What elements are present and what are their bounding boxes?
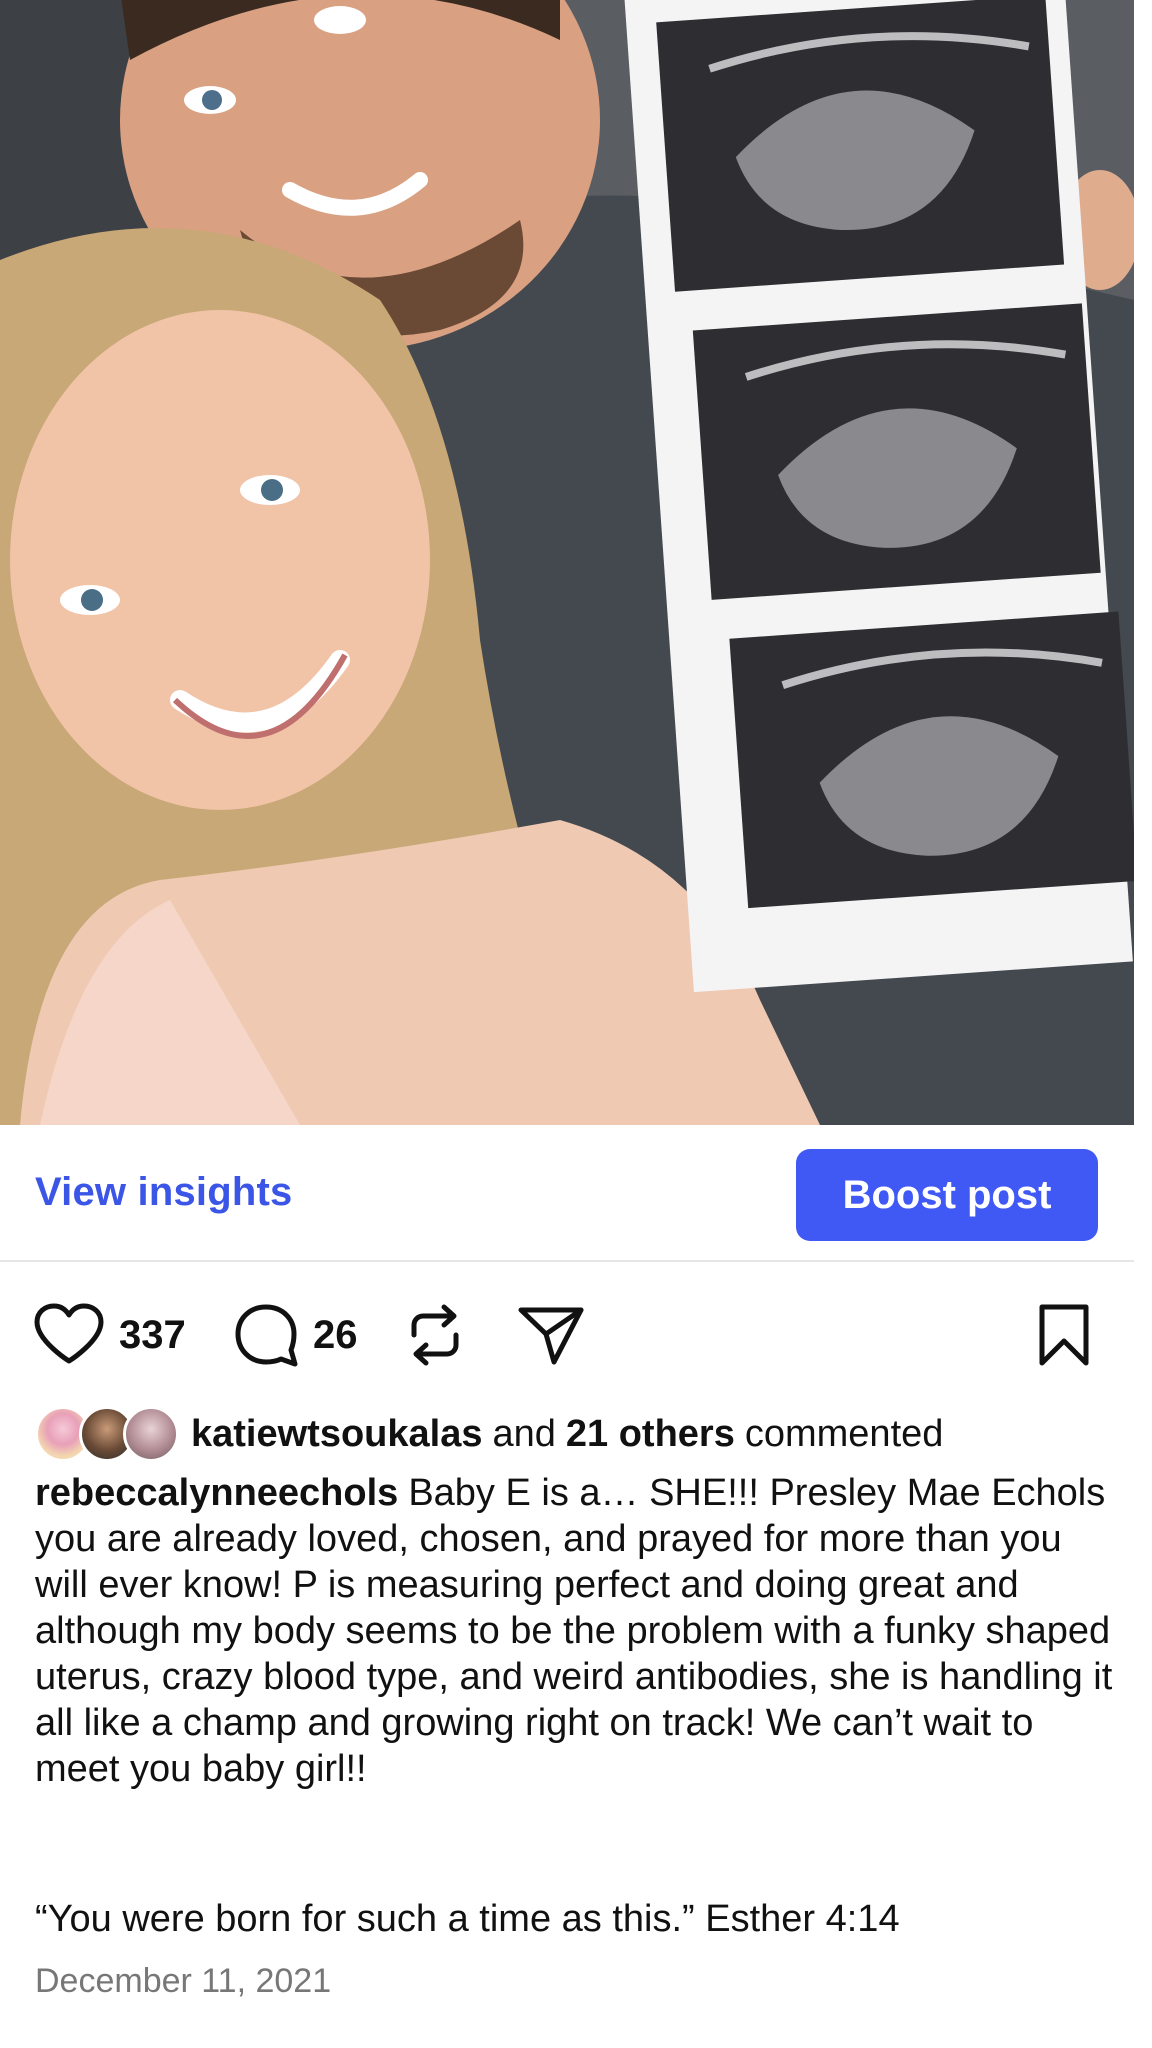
commenter-username[interactable]: katiewtsoukalas [191,1413,482,1456]
view-insights-link[interactable]: View insights [35,1170,292,1215]
heart-icon[interactable] [33,1303,105,1367]
action-row: 337 26 [0,1295,1134,1375]
commenters-summary[interactable]: katiewtsoukalas and 21 others commented [35,1404,943,1464]
post-photo-art [0,0,1134,1125]
insights-bar: View insights Boost post [0,1125,1134,1262]
repost-icon[interactable] [404,1301,466,1369]
caption-username[interactable]: rebeccalynneechols [35,1472,398,1514]
commented-text: commented [744,1412,944,1455]
commenter-avatars [35,1404,183,1464]
comment-action[interactable]: 26 [233,1295,358,1375]
comment-icon[interactable] [233,1302,299,1368]
bookmark-icon[interactable] [1036,1303,1092,1367]
share-action[interactable] [516,1295,586,1375]
post-photo[interactable] [0,0,1134,1125]
post-caption: rebeccalynneechols Baby E is a… SHE!!! Pr… [35,1470,1115,1792]
send-icon[interactable] [516,1302,586,1368]
caption-text: Baby E is a… SHE!!! Presley Mae Echols y… [35,1472,1113,1790]
save-action[interactable] [1036,1295,1092,1375]
likes-count: 337 [119,1312,186,1357]
boost-post-button[interactable]: Boost post [796,1149,1098,1241]
others-count[interactable]: 21 others [566,1413,735,1456]
comments-count: 26 [313,1312,358,1357]
caption-quote: “You were born for such a time as this.”… [35,1898,900,1940]
and-text: and [492,1412,556,1455]
post-date: December 11, 2021 [35,1962,332,2000]
like-action[interactable]: 337 [33,1295,186,1375]
avatar [123,1406,179,1462]
repost-action[interactable] [404,1295,466,1375]
